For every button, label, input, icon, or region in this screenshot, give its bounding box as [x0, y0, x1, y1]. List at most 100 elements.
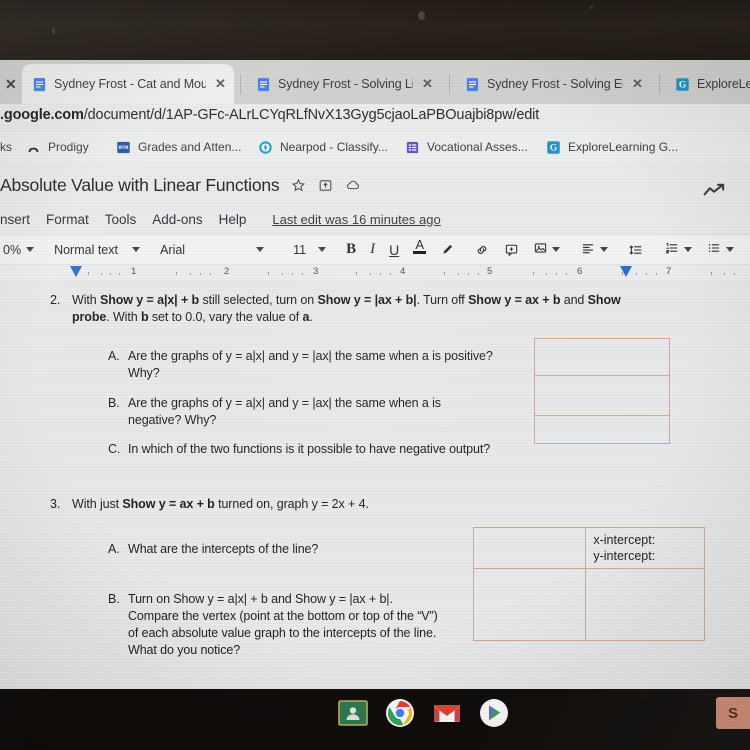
bookmark-nearpod[interactable]: Nearpod - Classify... — [258, 136, 388, 158]
answer-cell[interactable] — [534, 415, 670, 444]
answer-cell[interactable] — [534, 338, 670, 376]
font-size-stepper[interactable]: 11 — [277, 239, 333, 261]
table-row[interactable] — [472, 568, 705, 641]
q2-text: set to 0.0, vary the value of — [148, 310, 303, 324]
chevron-down-icon — [256, 247, 265, 252]
bookmark-grades-and-attendance[interactable]: GIG Grades and Atten... — [116, 136, 241, 158]
question-2-item-b: B. Are the graphs of y = a|x| and y = |a… — [108, 395, 528, 429]
shelf-status-button[interactable]: S — [716, 697, 750, 729]
address-bar-url: .google.com/document/d/1AP-GFc-ALrLCYqRL… — [0, 107, 539, 123]
browser-tab-strip: ✕ Sydney Frost - Cat and Mouse ✕ Sydney … — [0, 60, 750, 104]
last-edit-status[interactable]: Last edit was 16 minutes ago — [272, 212, 440, 227]
menu-format[interactable]: Format — [46, 212, 89, 227]
menu-tools[interactable]: Tools — [105, 212, 137, 227]
prodigy-icon — [26, 140, 41, 155]
docs-menu-bar: nsert Format Tools Add-ons Help Last edi… — [0, 208, 441, 230]
item-letter: A. — [108, 349, 120, 363]
decrease-indent-icon[interactable] — [741, 239, 750, 261]
question-2-answer-table[interactable] — [534, 338, 670, 444]
numbered-list-button[interactable] — [657, 239, 699, 261]
item-line: of each absolute value graph to the inte… — [128, 626, 437, 640]
menu-help[interactable]: Help — [219, 212, 247, 227]
line-spacing-icon[interactable] — [621, 239, 651, 261]
bold-button[interactable]: B — [339, 239, 363, 261]
answer-cell[interactable] — [472, 527, 587, 569]
align-button[interactable] — [573, 239, 615, 261]
menu-insert[interactable]: nsert — [0, 212, 30, 227]
table-row[interactable]: x-intercept: y-intercept: — [472, 527, 705, 569]
document-ruler[interactable]: 1 2 3 4 5 6 7 — [0, 264, 750, 280]
add-comment-icon[interactable] — [497, 239, 526, 261]
font-family-dropdown[interactable]: Arial — [153, 239, 271, 261]
question-2-number: 2. — [50, 293, 61, 307]
svg-text:GIG: GIG — [121, 145, 127, 149]
bookmark-explorelearning-gizmos[interactable]: G ExploreLearning G... — [546, 136, 678, 158]
menu-add-ons[interactable]: Add-ons — [152, 212, 202, 227]
table-row[interactable] — [534, 338, 670, 376]
insert-image-button[interactable] — [526, 239, 567, 261]
insert-image-icon — [533, 241, 548, 258]
intercepts-cell[interactable]: x-intercept: y-intercept: — [585, 527, 705, 569]
browser-tab-0[interactable]: Sydney Frost - Cat and Mouse ✕ — [22, 64, 234, 104]
highlight-pen-icon[interactable] — [433, 239, 461, 261]
browser-tab-label: Sydney Frost - Solving Equatio — [487, 77, 623, 91]
font-size-label: 11 — [293, 242, 307, 257]
question-3-answer-table[interactable]: x-intercept: y-intercept: — [472, 527, 705, 641]
document-page[interactable]: 2. With Show y = a|x| + b still selected… — [0, 280, 750, 689]
move-to-folder-icon[interactable] — [318, 178, 333, 193]
tab-close-partial-icon[interactable]: ✕ — [5, 76, 17, 93]
play-store-icon[interactable] — [479, 698, 509, 728]
bookmarks-folder-label[interactable]: ks — [0, 140, 12, 154]
browser-tab-1[interactable]: Sydney Frost - Solving Linear ✕ — [246, 64, 441, 104]
insert-link-icon[interactable] — [467, 239, 497, 261]
page-title[interactable]: Absolute Value with Linear Functions — [0, 175, 280, 196]
left-indent-marker[interactable] — [70, 266, 82, 277]
numbered-list-icon — [664, 241, 680, 258]
gmail-icon[interactable] — [432, 698, 462, 728]
bookmark-prodigy[interactable]: Prodigy — [26, 136, 89, 158]
bookmark-vocational-assessment[interactable]: Vocational Asses... — [405, 136, 528, 158]
answer-cell[interactable] — [472, 568, 587, 641]
q2-text: . Turn off — [416, 293, 469, 307]
answer-cell[interactable] — [534, 375, 670, 416]
q2-bold-3: Show y = ax + b — [468, 293, 561, 307]
close-icon[interactable]: ✕ — [630, 76, 645, 92]
item-line: What do you notice? — [128, 643, 241, 657]
google-classroom-icon[interactable] — [338, 698, 368, 728]
underline-button[interactable]: U — [382, 239, 406, 261]
bezel-speck — [52, 28, 55, 34]
address-bar[interactable]: .google.com/document/d/1AP-GFc-ALrLCYqRL… — [0, 104, 750, 132]
text-color-button[interactable]: A — [406, 238, 433, 261]
ruler-number: 5 — [487, 266, 493, 277]
question-3-line-1: With just Show y = ax + b turned on, gra… — [72, 496, 502, 513]
table-row[interactable] — [534, 415, 670, 444]
google-docs-app: Absolute Value with Linear Functions nse… — [0, 162, 750, 689]
shelf-icon-group — [338, 698, 509, 728]
star-icon[interactable] — [291, 178, 306, 193]
question-2: 2. With Show y = a|x| + b still selected… — [50, 292, 702, 326]
browser-tab-3[interactable]: G ExploreLearn — [665, 64, 750, 104]
italic-button[interactable]: I — [363, 239, 382, 261]
explore-trend-icon[interactable] — [702, 182, 728, 203]
q2-text: With — [72, 293, 100, 307]
browser-tab-2[interactable]: Sydney Frost - Solving Equatio ✕ — [455, 64, 651, 104]
ruler-number: 3 — [313, 266, 319, 277]
question-3-item-b: B. Turn on Show y = a|x| + b and Show y … — [108, 591, 488, 659]
close-icon[interactable]: ✕ — [420, 76, 435, 92]
zoom-level-label: 0% — [3, 242, 22, 257]
table-row[interactable] — [534, 375, 670, 416]
svg-text:G: G — [679, 80, 687, 90]
text-color-swatch — [413, 250, 427, 254]
zoom-dropdown[interactable]: 0% — [0, 239, 41, 261]
tab-divider — [449, 74, 450, 94]
item-line: Compare the vertex (point at the bottom … — [128, 609, 438, 623]
answer-cell[interactable] — [585, 568, 705, 641]
tab-divider — [240, 74, 241, 94]
google-docs-icon — [465, 77, 480, 92]
paragraph-style-dropdown[interactable]: Normal text — [47, 239, 147, 261]
chrome-icon[interactable] — [385, 698, 415, 728]
bulleted-list-button[interactable] — [699, 239, 741, 261]
close-icon[interactable]: ✕ — [213, 76, 228, 92]
cloud-saved-icon[interactable] — [345, 178, 361, 193]
ruler-number: 4 — [400, 266, 406, 277]
